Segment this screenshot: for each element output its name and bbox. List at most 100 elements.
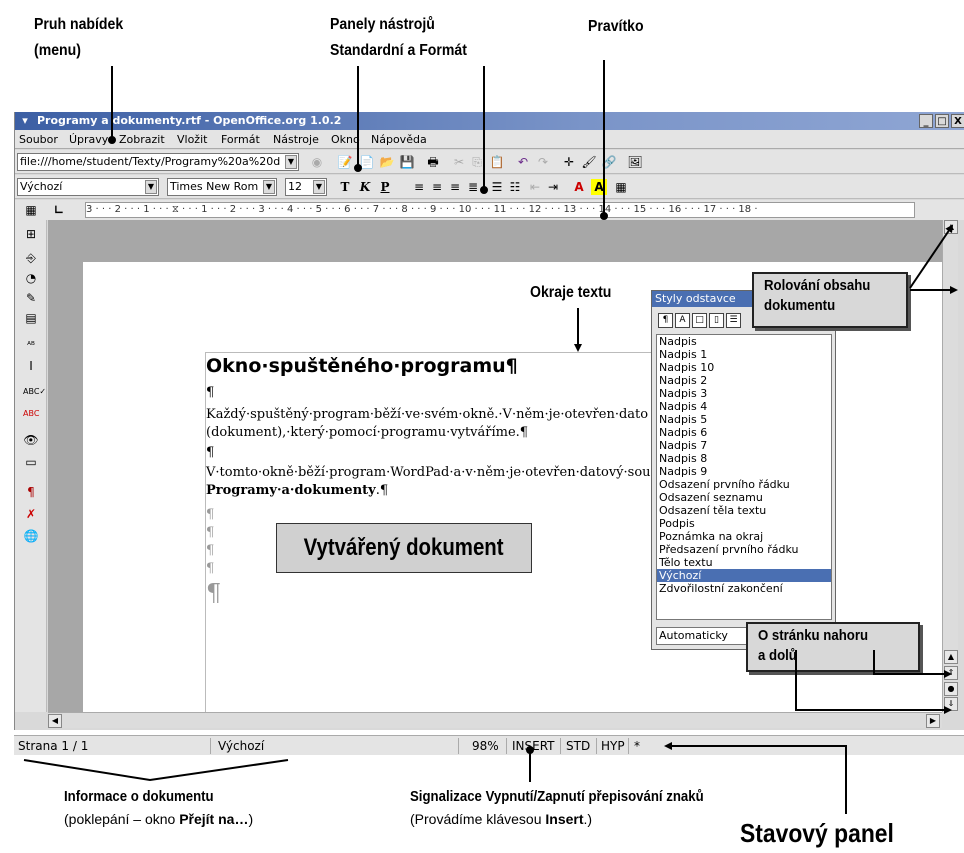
status-modified[interactable]: * [634,736,640,756]
status-hyperlink-mode[interactable]: HYP [601,736,625,756]
font-size-combo[interactable]: 12 ▼ [285,178,327,196]
maximize-button[interactable]: □ [935,114,949,128]
justify-icon[interactable]: ≣ [465,179,481,195]
style-item[interactable]: Nadpis 7 [657,439,831,452]
insert-icon[interactable]: ⊞ [23,226,39,242]
menu-format[interactable]: Formát [221,133,260,146]
scroll-up-icon[interactable]: ▲ [944,220,958,234]
style-item[interactable]: Nadpis 1 [657,348,831,361]
align-left-icon[interactable]: ≡ [411,179,427,195]
page-styles-icon[interactable]: ▯ [709,313,724,328]
chevron-down-icon[interactable]: ▼ [145,180,157,194]
style-filter-combo[interactable]: Automaticky [656,627,756,645]
pilcrow-line[interactable]: ¶ [206,385,214,400]
character-styles-icon[interactable]: A [675,313,690,328]
style-item[interactable]: Odsazení prvního řádku [657,478,831,491]
status-insert-mode[interactable]: INSERT [512,736,555,756]
style-item[interactable]: Nadpis 10 [657,361,831,374]
insert-object-icon[interactable]: ◔ [23,270,39,286]
style-item[interactable]: Poznámka na okraj [657,530,831,543]
menu-upravy[interactable]: Úpravy [69,133,108,146]
style-item[interactable]: Nadpis 4 [657,400,831,413]
style-item[interactable]: Nadpis [657,335,831,348]
edit-file-icon[interactable]: 📝 [337,154,353,170]
empty-paragraph[interactable]: ¶ [206,525,214,540]
navigator-icon[interactable]: ✛ [561,154,577,170]
background-color-icon[interactable]: ▦ [613,179,629,195]
prev-object-icon[interactable]: ▲ [944,650,958,664]
online-layout-icon[interactable]: 🌐 [23,528,39,544]
text-cursor-icon[interactable]: I [23,358,39,374]
paragraph-1-line-1[interactable]: Každý·spuštěný·program·běží·ve·svém·okně… [206,407,648,422]
copy-icon[interactable]: ⎘ [469,154,485,170]
highlight-icon[interactable]: A [591,179,607,195]
menu-napoveda[interactable]: Nápověda [371,133,427,146]
navigation-icon[interactable]: ● [944,682,958,696]
style-item[interactable]: Zdvořilostní zakončení [657,582,831,595]
empty-paragraph-large[interactable]: ¶ [206,579,221,607]
gallery-icon[interactable]: 🖼 [627,154,643,170]
style-item-selected[interactable]: Výchozí [657,569,831,582]
menu-okno[interactable]: Okno [331,133,360,146]
chevron-down-icon[interactable]: ▼ [263,180,275,194]
style-item[interactable]: Odsazení těla textu [657,504,831,517]
hyperlink-icon[interactable]: 🔗 [601,154,617,170]
page-down-icon[interactable]: ⇓ [944,697,958,711]
paragraph-1-line-2[interactable]: (dokument),·který·pomocí·programu·vytvář… [206,425,528,440]
cut-icon[interactable]: ✂ [451,154,467,170]
empty-paragraph[interactable]: ¶ [206,507,214,522]
italic-button[interactable]: K [357,179,373,195]
menu-vlozit[interactable]: Vložit [177,133,207,146]
style-list[interactable]: Nadpis Nadpis 1 Nadpis 10 Nadpis 2 Nadpi… [656,334,832,620]
menu-zobrazit[interactable]: Zobrazit [119,133,165,146]
load-url-icon[interactable]: ◉ [309,154,325,170]
spellcheck-icon[interactable]: ABC✓ [23,384,46,400]
chevron-down-icon[interactable]: ▼ [285,155,297,169]
decrease-indent-icon[interactable]: ⇤ [527,179,543,195]
undo-icon[interactable]: ↶ [515,154,531,170]
pilcrow-line[interactable]: ¶ [206,445,214,460]
style-item[interactable]: Nadpis 5 [657,413,831,426]
frame-styles-icon[interactable]: □ [692,313,707,328]
status-page[interactable]: Strana 1 / 1 [18,736,88,756]
paragraph-styles-icon[interactable]: ¶ [658,313,673,328]
redo-icon[interactable]: ↷ [535,154,551,170]
data-sources-icon[interactable]: ▭ [23,454,39,470]
form-icon[interactable]: ▤ [23,310,39,326]
style-item[interactable]: Podpis [657,517,831,530]
close-button[interactable]: X [951,114,964,128]
style-item[interactable]: Odsazení seznamu [657,491,831,504]
font-name-combo[interactable]: Times New Rom ▼ [167,178,277,196]
paste-icon[interactable]: 📋 [489,154,505,170]
scroll-left-icon[interactable]: ◀ [48,714,62,728]
scroll-right-icon[interactable]: ▶ [926,714,940,728]
table-insert-icon[interactable]: ▦ [23,202,39,218]
menu-soubor[interactable]: Soubor [19,133,58,146]
paragraph-style-combo[interactable]: Výchozí ▼ [17,178,159,196]
paragraph-2-line-1[interactable]: V·tomto·okně·běží·program·WordPad·a·v·ně… [206,465,651,480]
status-zoom[interactable]: 98% [472,736,499,756]
vertical-scrollbar[interactable]: ▲ ▲ ⇑ ● ⇓ [942,220,958,712]
increase-indent-icon[interactable]: ⇥ [545,179,561,195]
new-document-icon[interactable]: 📄 [359,154,375,170]
paragraph-2-line-2[interactable]: Programy·a·dokumenty.¶ [206,483,388,498]
style-item[interactable]: Předsazení prvního řádku [657,543,831,556]
status-page-style[interactable]: Výchozí [218,736,264,756]
minimize-button[interactable]: _ [919,114,933,128]
open-icon[interactable]: 📂 [379,154,395,170]
insert-fields-icon[interactable]: ⎆ [23,250,39,266]
find-icon[interactable]: 👁 [23,432,39,448]
empty-paragraph[interactable]: ¶ [206,561,214,576]
bullets-icon[interactable]: ☷ [507,179,523,195]
numbering-icon[interactable]: ☰ [489,179,505,195]
horizontal-scrollbar[interactable]: ◀ ▶ [48,712,942,728]
stylist-icon[interactable]: 🖌 [581,154,597,170]
style-item[interactable]: Nadpis 9 [657,465,831,478]
bold-button[interactable]: T [337,179,353,195]
font-color-icon[interactable]: A [571,179,587,195]
window-menu-icon[interactable]: ▾ [17,114,33,128]
align-center-icon[interactable]: ≡ [429,179,445,195]
autospellcheck-icon[interactable]: ABC [23,406,39,422]
document-heading[interactable]: Okno·spuštěného·programu¶ [206,355,518,377]
underline-button[interactable]: P [377,179,393,195]
